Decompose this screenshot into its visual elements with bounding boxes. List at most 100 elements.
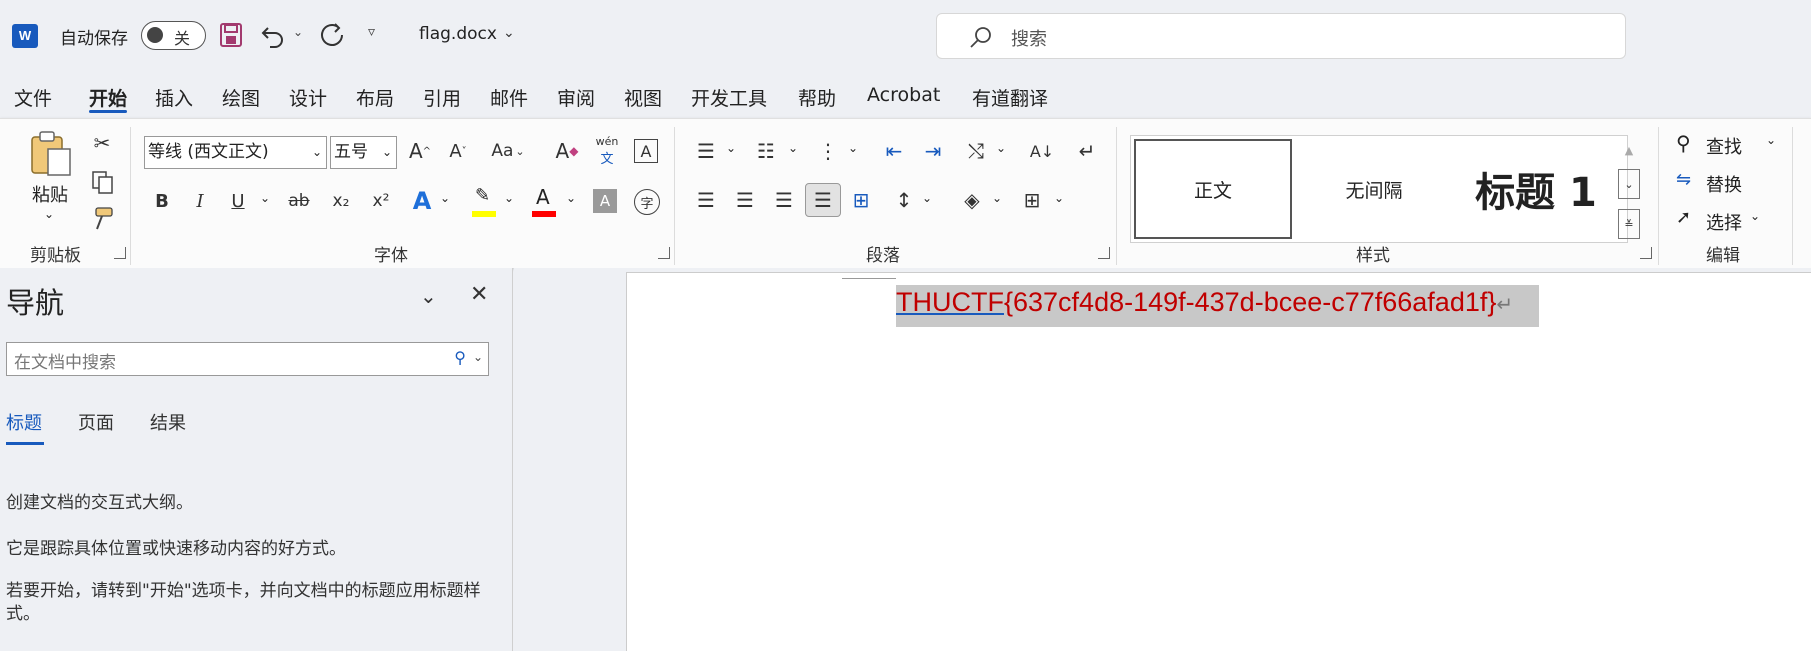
- tab-layout[interactable]: 布局: [356, 84, 394, 111]
- font-name-combo[interactable]: 等线 (西文正文) ⌄: [144, 136, 327, 169]
- undo-dropdown-icon[interactable]: ⌄: [293, 25, 303, 39]
- search-box[interactable]: 搜索: [936, 13, 1626, 59]
- tab-file[interactable]: 文件: [14, 84, 52, 111]
- text-effects-icon[interactable]: A: [408, 185, 436, 217]
- nav-tab-headings[interactable]: 标题: [6, 409, 42, 435]
- close-icon[interactable]: ✕: [470, 282, 488, 307]
- format-painter-icon[interactable]: [90, 205, 116, 231]
- styles-scroll-down-icon[interactable]: ⌄: [1618, 169, 1640, 199]
- tab-draw[interactable]: 绘图: [222, 84, 260, 111]
- highlight-dropdown-icon[interactable]: ⌄: [504, 191, 514, 205]
- justify-icon[interactable]: ☰: [805, 183, 841, 217]
- paragraph-dialog-launcher-icon[interactable]: [1098, 247, 1110, 259]
- align-left-icon[interactable]: ☰: [692, 185, 720, 215]
- style-heading-1[interactable]: 标题 1: [1456, 139, 1616, 239]
- tab-insert[interactable]: 插入: [155, 84, 193, 111]
- styles-more-icon[interactable]: ≚: [1618, 209, 1640, 239]
- borders-icon[interactable]: ⊞: [1018, 185, 1046, 215]
- font-size-combo[interactable]: 五号 ⌄: [330, 136, 397, 169]
- nav-tab-results[interactable]: 结果: [150, 409, 186, 435]
- underline-dropdown-icon[interactable]: ⌄: [260, 191, 270, 205]
- tab-view[interactable]: 视图: [624, 84, 662, 111]
- clipboard-dialog-launcher-icon[interactable]: [114, 247, 126, 259]
- copy-icon[interactable]: [90, 169, 116, 195]
- text-direction-icon[interactable]: ⤭: [962, 136, 990, 166]
- document-filename[interactable]: flag.docx: [419, 24, 497, 44]
- clear-formatting-icon[interactable]: A ◆: [552, 136, 582, 166]
- grow-font-icon[interactable]: A ^: [406, 136, 434, 166]
- strikethrough-button[interactable]: ab: [284, 187, 314, 215]
- decrease-indent-icon[interactable]: ⇤: [880, 136, 908, 166]
- show-marks-icon[interactable]: ↵: [1073, 136, 1101, 166]
- autosave-label: 自动保存: [60, 29, 128, 49]
- style-no-spacing[interactable]: 无间隔: [1295, 139, 1453, 239]
- select-button[interactable]: ➚ 选择 ⌄: [1676, 205, 1786, 237]
- multilevel-list-icon[interactable]: ⋮: [814, 136, 842, 166]
- shading-dropdown-icon[interactable]: ⌄: [992, 191, 1002, 205]
- document-page[interactable]: THUCTF{637cf4d8-149f-437d-bcee-c77f66afa…: [626, 272, 1811, 651]
- tab-design[interactable]: 设计: [289, 84, 327, 111]
- tab-acrobat[interactable]: Acrobat: [867, 84, 940, 106]
- autosave-toggle[interactable]: 关: [141, 21, 206, 50]
- text-direction-dropdown-icon[interactable]: ⌄: [996, 141, 1006, 155]
- bold-button[interactable]: B: [150, 187, 174, 215]
- find-button[interactable]: ⚲ 查找 ⌄: [1676, 129, 1786, 161]
- align-right-icon[interactable]: ☰: [770, 185, 798, 215]
- document-paragraph[interactable]: THUCTF{637cf4d8-149f-437d-bcee-c77f66afa…: [896, 285, 1540, 327]
- increase-indent-icon[interactable]: ⇥: [919, 136, 947, 166]
- borders-dropdown-icon[interactable]: ⌄: [1054, 191, 1064, 205]
- page-margin: [897, 278, 1233, 279]
- tab-review[interactable]: 审阅: [557, 84, 595, 111]
- nav-tab-pages[interactable]: 页面: [78, 409, 114, 435]
- text-effects-dropdown-icon[interactable]: ⌄: [440, 191, 450, 205]
- superscript-button[interactable]: x²: [366, 187, 396, 215]
- line-spacing-dropdown-icon[interactable]: ⌄: [922, 191, 932, 205]
- replace-button[interactable]: ⇋ 替换: [1676, 167, 1786, 199]
- tab-youdao[interactable]: 有道翻译: [972, 84, 1048, 111]
- styles-scroll-up-icon[interactable]: ▲: [1618, 135, 1640, 165]
- highlight-color-icon[interactable]: ✎: [470, 185, 498, 219]
- numbering-icon[interactable]: ☷: [752, 136, 780, 166]
- line-spacing-icon[interactable]: ↕: [890, 185, 918, 215]
- cut-icon[interactable]: ✂: [88, 129, 116, 157]
- underline-button[interactable]: U: [226, 187, 250, 215]
- change-case-icon[interactable]: Aa ⌄: [486, 136, 530, 166]
- tab-home[interactable]: 开始: [89, 84, 127, 111]
- redo-icon[interactable]: [318, 21, 346, 49]
- phonetic-guide-icon[interactable]: wén 文: [594, 135, 620, 167]
- sort-icon[interactable]: A↓: [1028, 136, 1056, 166]
- search-icon[interactable]: ⚲: [454, 348, 466, 367]
- paste-icon[interactable]: [28, 129, 74, 177]
- shading-icon[interactable]: ◈: [958, 185, 986, 215]
- save-icon[interactable]: [219, 22, 243, 48]
- enclose-characters-icon[interactable]: 字: [634, 189, 660, 215]
- bullets-icon[interactable]: ☰: [692, 136, 720, 166]
- font-color-icon[interactable]: A: [530, 185, 558, 219]
- shrink-font-icon[interactable]: A ˅: [444, 136, 472, 166]
- distributed-icon[interactable]: ⊞: [847, 185, 875, 215]
- chevron-down-icon[interactable]: ⌄: [473, 350, 483, 364]
- tab-mailings[interactable]: 邮件: [490, 84, 528, 111]
- customize-toolbar-icon[interactable]: ▿: [368, 24, 375, 40]
- paste-dropdown-icon[interactable]: ⌄: [44, 207, 54, 221]
- filename-chevron-icon[interactable]: ⌄: [503, 25, 515, 41]
- character-shading-icon[interactable]: A: [593, 189, 617, 213]
- style-normal[interactable]: 正文: [1134, 139, 1292, 239]
- subscript-button[interactable]: x₂: [326, 187, 356, 215]
- tab-developer[interactable]: 开发工具: [691, 84, 767, 111]
- character-border-icon[interactable]: A: [634, 139, 658, 163]
- font-color-dropdown-icon[interactable]: ⌄: [566, 191, 576, 205]
- italic-button[interactable]: I: [188, 187, 212, 215]
- undo-icon[interactable]: [260, 22, 286, 48]
- multilevel-dropdown-icon[interactable]: ⌄: [848, 141, 858, 155]
- nav-options-chevron-icon[interactable]: ⌄: [420, 284, 437, 308]
- tab-references[interactable]: 引用: [423, 84, 461, 111]
- numbering-dropdown-icon[interactable]: ⌄: [788, 141, 798, 155]
- font-dialog-launcher-icon[interactable]: [658, 247, 670, 259]
- align-center-icon[interactable]: ☰: [731, 185, 759, 215]
- bullets-dropdown-icon[interactable]: ⌄: [726, 141, 736, 155]
- tab-help[interactable]: 帮助: [798, 84, 836, 111]
- nav-search-input[interactable]: 在文档中搜索 ⚲ ⌄: [6, 342, 489, 376]
- paste-label[interactable]: 粘贴: [32, 181, 68, 207]
- styles-dialog-launcher-icon[interactable]: [1640, 247, 1652, 259]
